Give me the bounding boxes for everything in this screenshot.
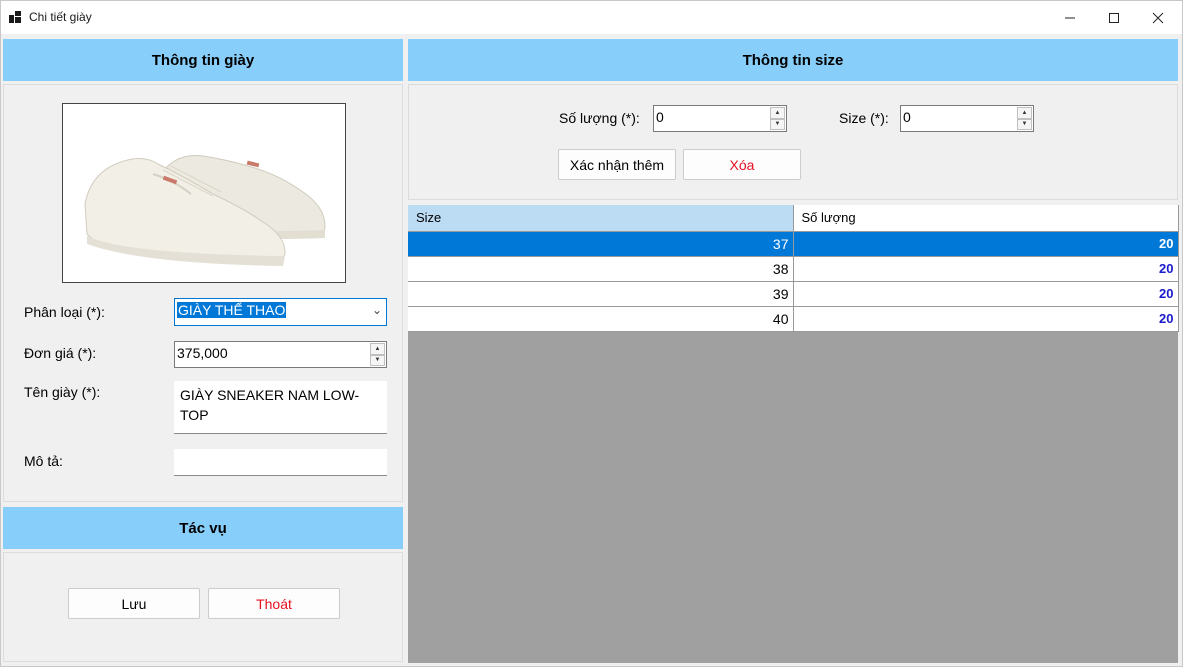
- quantity-value: 0: [656, 109, 664, 125]
- actions-header: Tác vụ: [3, 507, 403, 549]
- close-icon: [1152, 12, 1164, 23]
- price-label: Đơn giá (*):: [24, 345, 97, 361]
- description-label: Mô tả:: [24, 453, 63, 469]
- up-arrow-icon[interactable]: ▲: [770, 107, 785, 119]
- category-combobox[interactable]: GIÀY THỂ THAO ⌄: [174, 298, 387, 326]
- table-row[interactable]: 40 20: [408, 306, 1179, 332]
- up-arrow-icon[interactable]: ▲: [1017, 107, 1032, 119]
- description-input[interactable]: [174, 449, 387, 476]
- price-stepper[interactable]: 375,000 ▲ ▼: [174, 341, 387, 368]
- cell-size[interactable]: 40: [408, 306, 794, 332]
- delete-button[interactable]: Xóa: [683, 149, 801, 180]
- cell-quantity[interactable]: 20: [793, 256, 1179, 282]
- price-value: 375,000: [177, 345, 228, 361]
- cell-size[interactable]: 39: [408, 281, 794, 307]
- confirm-add-button[interactable]: Xác nhận thêm: [558, 149, 676, 180]
- maximize-button[interactable]: [1092, 1, 1136, 34]
- cell-quantity[interactable]: 20: [793, 306, 1179, 332]
- price-arrows: ▲ ▼: [370, 343, 385, 366]
- save-button[interactable]: Lưu: [68, 588, 200, 619]
- shoe-detail-window: Chi tiết giày Thông tin giày Phân loại (…: [0, 0, 1183, 667]
- name-input[interactable]: GIÀY SNEAKER NAM LOW-TOP: [174, 381, 387, 434]
- column-header-size[interactable]: Size: [408, 205, 794, 232]
- down-arrow-icon[interactable]: ▼: [1017, 118, 1032, 130]
- size-stepper[interactable]: 0 ▲ ▼: [900, 105, 1034, 132]
- table-row[interactable]: 38 20: [408, 256, 1179, 282]
- category-label: Phân loại (*):: [24, 304, 105, 320]
- window-title: Chi tiết giày: [29, 10, 92, 24]
- table-header-row: Size Số lượng: [408, 205, 1179, 232]
- quantity-stepper[interactable]: 0 ▲ ▼: [653, 105, 787, 132]
- table-row[interactable]: 37 20: [408, 231, 1179, 257]
- size-arrows: ▲ ▼: [1017, 107, 1032, 130]
- shoe-picture: [84, 154, 326, 266]
- cell-quantity[interactable]: 20: [793, 281, 1179, 307]
- size-label: Size (*):: [839, 110, 889, 126]
- cell-size[interactable]: 37: [408, 231, 794, 257]
- minimize-icon: [1065, 17, 1075, 18]
- maximize-icon: [1109, 12, 1119, 23]
- title-bar: Chi tiết giày: [1, 1, 1182, 34]
- quantity-arrows: ▲ ▼: [770, 107, 785, 130]
- chevron-down-icon[interactable]: ⌄: [372, 303, 382, 317]
- up-arrow-icon[interactable]: ▲: [370, 343, 385, 355]
- name-label: Tên giày (*):: [24, 384, 101, 400]
- shoe-image: [62, 103, 346, 283]
- down-arrow-icon[interactable]: ▼: [370, 354, 385, 366]
- quantity-label: Số lượng (*):: [559, 110, 640, 126]
- category-value: GIÀY THỂ THAO: [177, 302, 287, 318]
- size-table[interactable]: Size Số lượng 37 20 38 20 39 20 40 20: [408, 205, 1179, 663]
- down-arrow-icon[interactable]: ▼: [770, 118, 785, 130]
- exit-button[interactable]: Thoát: [208, 588, 340, 619]
- close-button[interactable]: [1136, 1, 1180, 34]
- shoe-info-group: Phân loại (*): GIÀY THỂ THAO ⌄ Đơn giá (…: [3, 84, 403, 502]
- actions-group: Lưu Thoát: [3, 552, 403, 662]
- app-icon: [9, 11, 21, 23]
- cell-quantity[interactable]: 20: [793, 231, 1179, 257]
- size-info-group: Số lượng (*): 0 ▲ ▼ Size (*): 0 ▲ ▼ Xác …: [408, 84, 1178, 200]
- size-value: 0: [903, 109, 911, 125]
- size-info-header: Thông tin size: [408, 39, 1178, 81]
- cell-size[interactable]: 38: [408, 256, 794, 282]
- shoe-info-header: Thông tin giày: [3, 39, 403, 81]
- column-header-quantity[interactable]: Số lượng: [793, 205, 1179, 232]
- minimize-button[interactable]: [1048, 1, 1092, 34]
- table-row[interactable]: 39 20: [408, 281, 1179, 307]
